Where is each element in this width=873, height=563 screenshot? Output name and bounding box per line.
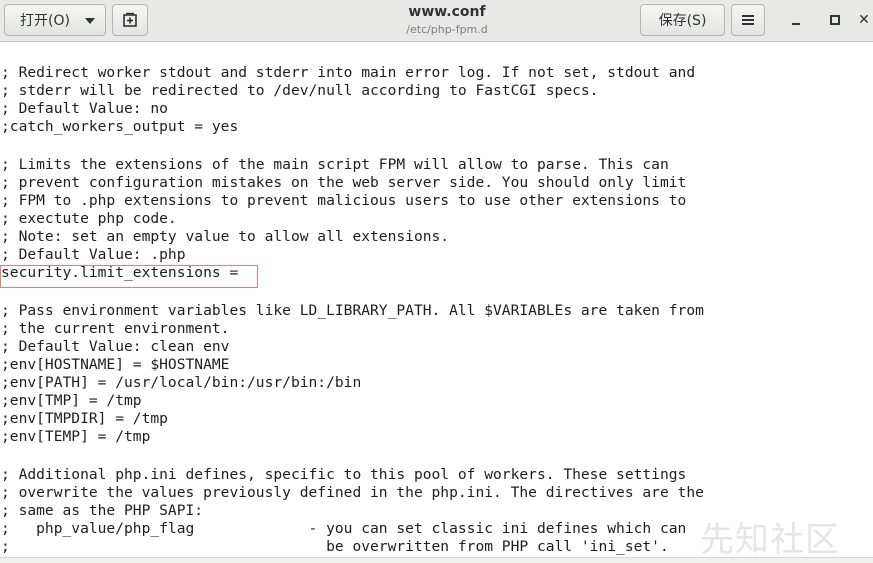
code-line[interactable]: ; the current environment. [1, 320, 704, 338]
new-document-button[interactable] [112, 4, 148, 36]
chevron-down-icon [85, 18, 95, 24]
highlight-box [0, 265, 258, 288]
code-line[interactable]: ; be overwritten from PHP call 'ini_set'… [1, 538, 704, 556]
header-bar: 打开(O) www.conf /etc/php-fpm.d 保存(S) ✕ [0, 0, 873, 42]
horizontal-scrollbar[interactable] [0, 557, 873, 563]
watermark: 先知社区 [700, 520, 840, 560]
code-line[interactable]: ; FPM to .php extensions to prevent mali… [1, 192, 704, 210]
code-line[interactable]: ; php_value/php_flag - you can set class… [1, 520, 704, 538]
code-line[interactable]: ;env[TEMP] = /tmp [1, 428, 704, 446]
window-subtitle: /etc/php-fpm.d [406, 23, 488, 36]
minimize-button[interactable] [784, 8, 808, 32]
code-line[interactable]: ;catch_workers_output = yes [1, 118, 704, 136]
close-icon: ✕ [858, 12, 870, 28]
new-document-icon [123, 12, 137, 27]
open-button-label: 打开(O) [20, 13, 70, 29]
code-line[interactable]: ; Note: set an empty value to allow all … [1, 228, 704, 246]
maximize-icon [830, 15, 840, 25]
code-line[interactable]: ; prevent configuration mistakes on the … [1, 174, 704, 192]
code-content[interactable]: ; Redirect worker stdout and stderr into… [1, 64, 704, 556]
code-line[interactable]: ;env[TMP] = /tmp [1, 392, 704, 410]
code-line[interactable]: ; Default Value: no [1, 100, 704, 118]
code-line[interactable]: ;env[HOSTNAME] = $HOSTNAME [1, 356, 704, 374]
code-line[interactable]: ; Additional php.ini defines, specific t… [1, 466, 704, 484]
window-title: www.conf [408, 4, 486, 20]
code-line[interactable] [1, 136, 704, 156]
code-line[interactable]: ;env[TMPDIR] = /tmp [1, 410, 704, 428]
code-line[interactable]: ; exectute php code. [1, 210, 704, 228]
code-line[interactable]: ; Limits the extensions of the main scri… [1, 156, 704, 174]
hamburger-menu-icon [742, 15, 754, 25]
window-title-area: www.conf /etc/php-fpm.d [300, 3, 594, 37]
code-line[interactable]: ; Default Value: .php [1, 246, 704, 264]
code-line[interactable] [1, 446, 704, 466]
maximize-button[interactable] [823, 8, 847, 32]
open-button[interactable]: 打开(O) [4, 4, 106, 36]
minimize-icon [792, 23, 800, 25]
code-line[interactable]: ; Redirect worker stdout and stderr into… [1, 64, 704, 82]
code-line[interactable]: ; overwrite the values previously define… [1, 484, 704, 502]
menu-button[interactable] [731, 4, 765, 36]
code-line[interactable]: ; same as the PHP SAPI: [1, 502, 704, 520]
code-line[interactable]: ; Pass environment variables like LD_LIB… [1, 302, 704, 320]
save-button-label: 保存(S) [658, 13, 707, 29]
code-line[interactable]: ; stderr will be redirected to /dev/null… [1, 82, 704, 100]
code-line[interactable]: ;env[PATH] = /usr/local/bin:/usr/bin:/bi… [1, 374, 704, 392]
close-button[interactable]: ✕ [852, 8, 873, 32]
save-button[interactable]: 保存(S) [640, 4, 725, 36]
code-line[interactable]: ; Default Value: clean env [1, 338, 704, 356]
text-editor[interactable]: ; Redirect worker stdout and stderr into… [0, 42, 873, 563]
